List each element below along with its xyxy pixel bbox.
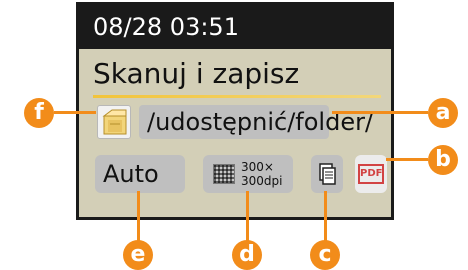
pdf-icon: PDF [358,164,384,184]
destination-type-icon-box[interactable] [97,105,131,139]
resolution-text: 300× 300dpi [241,160,282,188]
callout-c: c [310,240,340,270]
auto-setting[interactable]: Auto [95,155,185,193]
resolution-label: 300× 300dpi [241,160,283,188]
callout-line-b [386,158,428,161]
shared-folder-icon [102,109,127,135]
callout-e: e [123,240,153,270]
callout-line-f [54,111,96,114]
duplex-setting[interactable] [311,155,343,193]
file-format-setting[interactable]: PDF [355,155,387,193]
title-underline [93,95,381,98]
callout-b: b [428,145,458,175]
callout-f: f [24,98,54,128]
resolution-icon [213,164,235,184]
callout-d: d [232,240,262,270]
status-bar: 08/28 03:51 [79,5,391,49]
duplex-icon [319,163,336,185]
pdf-label: PDF [360,168,383,179]
callout-line-a [332,111,428,114]
page-title: Skanuj i zapisz [93,57,300,90]
resolution-setting[interactable]: 300× 300dpi [203,155,293,193]
destination-path[interactable]: /udostępnić/folder/ [139,105,373,139]
time-text: 08/28 03:51 [93,13,239,41]
callout-a: a [428,98,458,128]
